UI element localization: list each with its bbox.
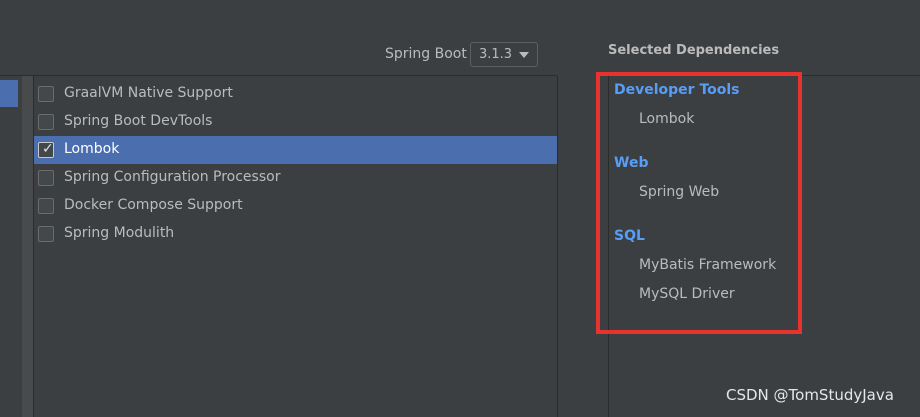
dependency-label: GraalVM Native Support xyxy=(64,85,233,101)
watermark: CSDN @TomStudyJava xyxy=(726,386,894,404)
dependency-label: Spring Boot DevTools xyxy=(64,113,213,129)
spring-boot-version-select[interactable]: 3.1.3 xyxy=(470,42,538,67)
divider xyxy=(557,76,558,417)
dependency-checkbox-checked[interactable]: ✓ xyxy=(38,141,54,158)
spring-boot-label: Spring Boot xyxy=(385,46,467,62)
spring-boot-version-value: 3.1.3 xyxy=(479,47,513,62)
new-project-dependencies-step: Spring Boot 3.1.3 GraalVM Native Support… xyxy=(0,0,920,417)
category-list[interactable] xyxy=(0,76,22,417)
dependency-checkbox[interactable] xyxy=(38,170,54,186)
dependency-list: GraalVM Native Support Spring Boot DevTo… xyxy=(34,76,557,417)
dependency-label: Spring Configuration Processor xyxy=(64,169,281,185)
dependency-checkbox[interactable] xyxy=(38,86,54,102)
dependency-label: Lombok xyxy=(64,141,120,157)
dependency-checkbox[interactable] xyxy=(38,114,54,130)
dependency-checkbox[interactable] xyxy=(38,226,54,242)
dependency-row-docker-compose-support[interactable]: Docker Compose Support xyxy=(34,192,557,220)
dependency-row-spring-modulith[interactable]: Spring Modulith xyxy=(34,220,557,248)
highlight-box xyxy=(596,72,802,334)
selected-dependencies-title: Selected Dependencies xyxy=(608,43,780,58)
chevron-down-icon xyxy=(519,52,529,58)
dependency-row-spring-configuration-processor[interactable]: Spring Configuration Processor xyxy=(34,164,557,192)
dependency-label: Spring Modulith xyxy=(64,225,175,241)
dependency-checkbox[interactable] xyxy=(38,198,54,214)
dependency-label: Docker Compose Support xyxy=(64,197,243,213)
checkmark-icon: ✓ xyxy=(42,141,54,157)
dependency-row-graalvm-native-support[interactable]: GraalVM Native Support xyxy=(34,80,557,108)
dependency-row-lombok[interactable]: ✓ Lombok xyxy=(34,136,557,164)
category-list-scrollbar[interactable] xyxy=(22,76,33,417)
dependency-row-spring-boot-devtools[interactable]: Spring Boot DevTools xyxy=(34,108,557,136)
category-item-selected[interactable] xyxy=(0,80,18,107)
